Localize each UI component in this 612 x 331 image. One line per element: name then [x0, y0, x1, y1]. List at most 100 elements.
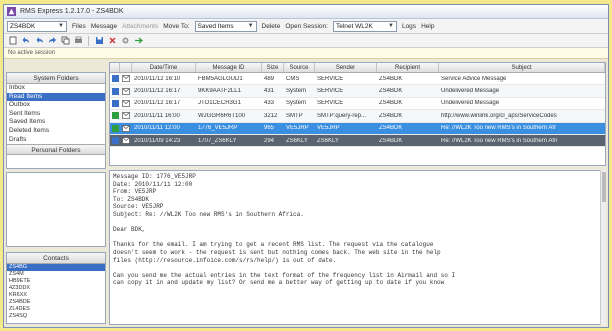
settings-icon[interactable]: [120, 36, 130, 46]
message-body-line: can copy it in and update my list? Or se…: [113, 279, 445, 287]
contact-item[interactable]: ZS4BG: [7, 264, 105, 271]
contact-item[interactable]: KR6XX: [7, 292, 105, 299]
table-row[interactable]: 2010/11/12 16:17 JTO1CECH3G1 433 System SERV…: [110, 98, 605, 111]
message-header-line: Date: 2010/11/11 12:00: [113, 180, 193, 188]
cell-size: 433: [264, 100, 275, 107]
contact-item[interactable]: HB9ETE: [7, 278, 105, 285]
table-row[interactable]: 2010/11/11 16:00 WJGGR6R6T100 3212 SMTP SMTP…: [110, 110, 605, 123]
cell-message-id: 1707_ZS6KLY: [198, 137, 237, 144]
cell-subject: Undelivered Message: [441, 100, 500, 107]
column-source[interactable]: Source: [284, 63, 315, 72]
cell-source: CMS: [286, 75, 300, 82]
chevron-down-icon: ▼: [58, 23, 64, 29]
move-to-value: Saved Items: [197, 22, 234, 30]
reply-icon[interactable]: [21, 36, 31, 46]
contact-item[interactable]: ZS4M: [7, 271, 105, 278]
contact-item[interactable]: ZS4BDE: [7, 299, 105, 306]
cell-source: VE5JRP: [286, 125, 309, 132]
folder-inbox[interactable]: Inbox: [7, 84, 105, 93]
message-header-line: From: VE5JRP: [113, 188, 157, 196]
cell-size: 3212: [264, 112, 278, 119]
window-title: RMS Express 1.2.17.0 - ZS4BDK: [20, 8, 124, 15]
new-message-icon[interactable]: [8, 36, 18, 46]
forward-icon[interactable]: [47, 36, 57, 46]
column-sender[interactable]: Sender: [315, 63, 377, 72]
cell-source: System: [286, 100, 307, 107]
envelope-icon: [120, 75, 132, 83]
menu-delete[interactable]: Delete: [262, 23, 281, 30]
contacts-panel: Contacts ZS4BG ZS4M HB9ETE 4Z3DDX KR6XX …: [6, 252, 106, 324]
system-folders-panel: System Folders Inbox Read Items Outbox S…: [6, 72, 106, 169]
table-row[interactable]: 2010/11/11 12:00 1776_VE5JRP 965 VE5JRP VE5J…: [110, 122, 605, 135]
flag-column-header: [110, 63, 120, 72]
cell-recipient: ZS4BDK: [379, 125, 403, 132]
cell-sender: VE5JRP: [317, 125, 340, 132]
message-scrollbar[interactable]: [600, 170, 606, 325]
menu-help[interactable]: Help: [421, 23, 434, 30]
flag-icon: [110, 112, 120, 120]
menu-message[interactable]: Message: [91, 23, 117, 30]
message-header-line: To: ZS4BDK: [113, 195, 150, 203]
menu-logs[interactable]: Logs: [402, 23, 416, 30]
table-row[interactable]: 2010/11/12 16:17 9KK9AATF2LL1 431 System SER…: [110, 85, 605, 98]
menu-attachments[interactable]: Attachments: [122, 23, 158, 30]
contacts-header: Contacts: [7, 253, 105, 264]
cell-sender: SERVICE: [317, 100, 344, 107]
column-date[interactable]: Date/Time: [132, 63, 196, 72]
title-bar: RMS Express 1.2.17.0 - ZS4BDK: [4, 5, 608, 19]
cell-date: 2010/11/12 16:17: [134, 88, 181, 95]
message-body: Message ID: 1776_VE5JRP Date: 2010/11/11…: [109, 170, 606, 325]
session-type-select[interactable]: Telnet WL2K ▼: [332, 20, 397, 32]
callsign-value: ZS4BDK: [10, 22, 36, 30]
reply-all-icon[interactable]: [34, 36, 44, 46]
envelope-icon: [120, 137, 132, 144]
cell-subject: Re: //WL2K Too new RMS's in Southern Afr: [441, 125, 557, 132]
send-receive-icon[interactable]: [133, 36, 143, 46]
cell-size: 431: [264, 88, 275, 95]
table-row[interactable]: 2010/11/12 16:10 FBM5AGLGUD1 489 CMS SERVICE…: [110, 73, 605, 86]
cell-message-id: JTO1CECH3G1: [198, 100, 241, 107]
contact-item[interactable]: ZL4DES: [7, 306, 105, 313]
main-area: System Folders Inbox Read Items Outbox S…: [4, 60, 608, 327]
save-icon[interactable]: [94, 36, 104, 46]
contact-item[interactable]: 4Z3DDX: [7, 285, 105, 292]
message-list: Date/Time Message ID Size Source Sender …: [109, 62, 606, 166]
contact-item[interactable]: ZS4SQ: [7, 313, 105, 320]
flag-icon: [110, 87, 120, 95]
message-body-line: files (http://resource.infoice.com/s/rs/…: [113, 256, 337, 264]
scrollbar-thumb[interactable]: [602, 172, 606, 202]
table-row[interactable]: 2010/11/09 14:23 1707_ZS6KLY 294 ZS6KLY ZS6K…: [110, 134, 605, 148]
cell-message-id: 1776_VE5JRP: [198, 125, 238, 132]
folder-saved-items[interactable]: Saved Items: [7, 118, 105, 127]
column-size[interactable]: Size: [262, 63, 284, 72]
cell-subject: http://www.winlink.org/cl_aps/ServiceCod…: [441, 112, 557, 119]
app-icon: [7, 7, 16, 16]
delete-icon[interactable]: [107, 36, 117, 46]
folder-outbox[interactable]: Outbox: [7, 101, 105, 110]
personal-folders-header: Personal Folders: [7, 144, 105, 156]
cell-subject: Undelivered Message: [441, 88, 500, 95]
move-to-select[interactable]: Saved Items ▼: [194, 20, 257, 32]
column-subject[interactable]: Subject: [439, 63, 605, 72]
session-type-value: Telnet WL2K: [335, 22, 373, 30]
cell-recipient: ZS4BDK: [379, 137, 403, 144]
flag-icon: [110, 137, 120, 145]
message-header-line: Source: VE5JRP: [113, 203, 164, 211]
folder-sent-items[interactable]: Sent Items: [7, 110, 105, 119]
icon-column-header: [120, 63, 132, 72]
folder-read-items[interactable]: Read Items: [7, 92, 105, 102]
copy-icon[interactable]: [60, 36, 70, 46]
message-rows: 2010/11/12 16:10 FBM5AGLGUD1 489 CMS SERVICE…: [110, 73, 605, 148]
column-headers: Date/Time Message ID Size Source Sender …: [110, 63, 605, 73]
callsign-select[interactable]: ZS4BDK ▼: [7, 20, 67, 32]
cell-source: SMTP: [286, 112, 303, 119]
column-recipient[interactable]: Recipient: [377, 63, 439, 72]
cell-subject: Service Advice Message: [441, 75, 507, 82]
print-icon[interactable]: [73, 36, 83, 46]
menu-files[interactable]: Files: [72, 23, 86, 30]
folder-deleted-items[interactable]: Deleted Items: [7, 127, 105, 136]
column-message-id[interactable]: Message ID: [196, 63, 262, 72]
folder-drafts[interactable]: Drafts: [7, 136, 105, 145]
